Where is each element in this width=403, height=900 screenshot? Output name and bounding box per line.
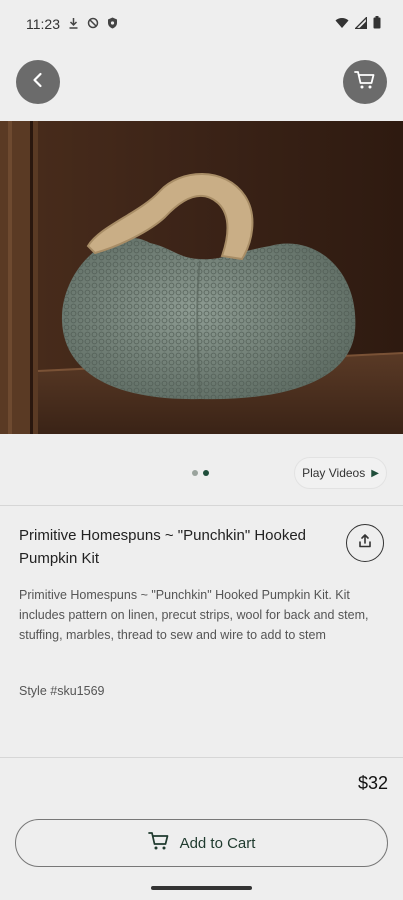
status-right [335,15,381,32]
image-pager: Play Videos ▶ [0,450,403,496]
product-description: Primitive Homespuns ~ "Punchkin" Hooked … [19,588,369,642]
share-icon [357,533,373,554]
style-sku: Style #sku1569 [19,684,105,698]
pager-dot-1[interactable] [192,470,198,476]
chevron-left-icon [30,72,46,93]
status-bar: 11:23 [0,0,403,48]
back-button[interactable] [16,60,60,104]
wifi-icon [335,16,349,32]
play-videos-button[interactable]: Play Videos ▶ [294,457,387,489]
add-to-cart-label: Add to Cart [179,834,256,852]
battery-icon [373,16,381,32]
signal-icon [353,15,368,32]
cart-icon [147,831,170,855]
status-time: 11:23 [26,16,60,32]
download-icon [68,17,79,32]
divider-top [0,505,403,506]
pager-dot-2-active[interactable] [203,470,209,476]
play-icon: ▶ [371,467,379,479]
play-videos-label: Play Videos [302,466,366,480]
do-not-disturb-icon [87,17,99,32]
shield-icon [107,17,118,32]
price: $32 [357,773,388,793]
status-left: 11:23 [26,16,118,32]
cart-icon [354,70,376,95]
add-to-cart-button[interactable]: Add to Cart [15,819,388,867]
share-button[interactable] [346,524,384,562]
product-image[interactable] [0,121,403,434]
top-bar [0,58,403,106]
cart-button[interactable] [343,60,387,104]
product-title: Primitive Homespuns ~ "Punchkin" Hooked … [19,527,307,567]
divider-bottom [0,757,403,758]
gesture-nav-handle[interactable] [151,886,252,890]
hooked-pumpkin-photo [0,121,403,434]
